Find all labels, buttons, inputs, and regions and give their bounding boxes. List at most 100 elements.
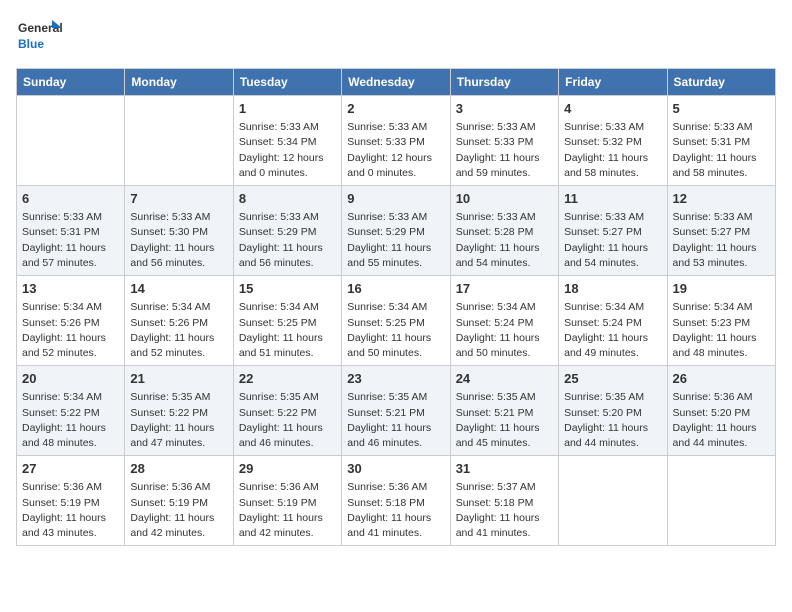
day-number: 11 xyxy=(564,190,661,208)
day-info: Sunrise: 5:34 AMSunset: 5:26 PMDaylight:… xyxy=(130,300,227,361)
calendar-cell: 22 Sunrise: 5:35 AMSunset: 5:22 PMDayligh… xyxy=(233,366,341,456)
weekday-header-saturday: Saturday xyxy=(667,69,775,96)
weekday-header-row: SundayMondayTuesdayWednesdayThursdayFrid… xyxy=(17,69,776,96)
calendar-cell: 24 Sunrise: 5:35 AMSunset: 5:21 PMDayligh… xyxy=(450,366,558,456)
day-number: 2 xyxy=(347,100,444,118)
day-number: 14 xyxy=(130,280,227,298)
day-number: 9 xyxy=(347,190,444,208)
weekday-header-monday: Monday xyxy=(125,69,233,96)
calendar-cell: 2 Sunrise: 5:33 AMSunset: 5:33 PMDaylight… xyxy=(342,96,450,186)
calendar-cell: 16 Sunrise: 5:34 AMSunset: 5:25 PMDayligh… xyxy=(342,276,450,366)
calendar-cell: 13Sunrise: 5:34 AMSunset: 5:26 PMDayligh… xyxy=(17,276,125,366)
calendar-cell: 8 Sunrise: 5:33 AMSunset: 5:29 PMDaylight… xyxy=(233,186,341,276)
day-info: Sunrise: 5:34 AMSunset: 5:24 PMDaylight:… xyxy=(456,300,553,361)
calendar-cell: 5Sunrise: 5:33 AMSunset: 5:31 PMDaylight… xyxy=(667,96,775,186)
calendar-cell: 7Sunrise: 5:33 AMSunset: 5:30 PMDaylight… xyxy=(125,186,233,276)
calendar-table: SundayMondayTuesdayWednesdayThursdayFrid… xyxy=(16,68,776,546)
day-info: Sunrise: 5:33 AMSunset: 5:29 PMDaylight:… xyxy=(239,210,336,271)
weekday-header-friday: Friday xyxy=(559,69,667,96)
day-info: Sunrise: 5:34 AMSunset: 5:25 PMDaylight:… xyxy=(239,300,336,361)
day-info: Sunrise: 5:35 AMSunset: 5:21 PMDaylight:… xyxy=(456,390,553,451)
day-info: Sunrise: 5:33 AMSunset: 5:29 PMDaylight:… xyxy=(347,210,444,271)
day-info: Sunrise: 5:35 AMSunset: 5:22 PMDaylight:… xyxy=(239,390,336,451)
day-number: 28 xyxy=(130,460,227,478)
svg-text:Blue: Blue xyxy=(18,37,44,51)
calendar-cell: 23 Sunrise: 5:35 AMSunset: 5:21 PMDayligh… xyxy=(342,366,450,456)
day-number: 22 xyxy=(239,370,336,388)
calendar-cell: 19 Sunrise: 5:34 AMSunset: 5:23 PMDayligh… xyxy=(667,276,775,366)
calendar-cell: 29Sunrise: 5:36 AMSunset: 5:19 PMDayligh… xyxy=(233,456,341,546)
day-number: 23 xyxy=(347,370,444,388)
calendar-cell: 17Sunrise: 5:34 AMSunset: 5:24 PMDayligh… xyxy=(450,276,558,366)
calendar-cell: 3 Sunrise: 5:33 AMSunset: 5:33 PMDaylight… xyxy=(450,96,558,186)
day-number: 26 xyxy=(673,370,770,388)
calendar-cell: 27 Sunrise: 5:36 AMSunset: 5:19 PMDayligh… xyxy=(17,456,125,546)
calendar-cell: 4 Sunrise: 5:33 AMSunset: 5:32 PMDaylight… xyxy=(559,96,667,186)
weekday-header-thursday: Thursday xyxy=(450,69,558,96)
day-info: Sunrise: 5:34 AMSunset: 5:22 PMDaylight:… xyxy=(22,390,119,451)
day-number: 8 xyxy=(239,190,336,208)
day-number: 20 xyxy=(22,370,119,388)
calendar-cell: 6 Sunrise: 5:33 AMSunset: 5:31 PMDaylight… xyxy=(17,186,125,276)
calendar-week-row: 27 Sunrise: 5:36 AMSunset: 5:19 PMDayligh… xyxy=(17,456,776,546)
day-info: Sunrise: 5:35 AMSunset: 5:20 PMDaylight:… xyxy=(564,390,661,451)
day-info: Sunrise: 5:33 AMSunset: 5:27 PMDaylight:… xyxy=(564,210,661,271)
day-info: Sunrise: 5:33 AMSunset: 5:27 PMDaylight:… xyxy=(673,210,770,271)
calendar-cell: 26 Sunrise: 5:36 AMSunset: 5:20 PMDayligh… xyxy=(667,366,775,456)
day-number: 24 xyxy=(456,370,553,388)
day-number: 25 xyxy=(564,370,661,388)
day-number: 3 xyxy=(456,100,553,118)
day-number: 21 xyxy=(130,370,227,388)
day-number: 16 xyxy=(347,280,444,298)
calendar-week-row: 6 Sunrise: 5:33 AMSunset: 5:31 PMDaylight… xyxy=(17,186,776,276)
day-info: Sunrise: 5:36 AMSunset: 5:19 PMDaylight:… xyxy=(22,480,119,541)
day-info: Sunrise: 5:33 AMSunset: 5:33 PMDaylight:… xyxy=(347,120,444,181)
day-number: 19 xyxy=(673,280,770,298)
calendar-cell xyxy=(17,96,125,186)
calendar-cell: 9 Sunrise: 5:33 AMSunset: 5:29 PMDaylight… xyxy=(342,186,450,276)
weekday-header-sunday: Sunday xyxy=(17,69,125,96)
day-number: 29 xyxy=(239,460,336,478)
day-info: Sunrise: 5:36 AMSunset: 5:19 PMDaylight:… xyxy=(130,480,227,541)
day-info: Sunrise: 5:33 AMSunset: 5:28 PMDaylight:… xyxy=(456,210,553,271)
day-number: 4 xyxy=(564,100,661,118)
calendar-week-row: 20 Sunrise: 5:34 AMSunset: 5:22 PMDayligh… xyxy=(17,366,776,456)
day-info: Sunrise: 5:34 AMSunset: 5:25 PMDaylight:… xyxy=(347,300,444,361)
day-number: 30 xyxy=(347,460,444,478)
weekday-header-tuesday: Tuesday xyxy=(233,69,341,96)
weekday-header-wednesday: Wednesday xyxy=(342,69,450,96)
calendar-cell: 25 Sunrise: 5:35 AMSunset: 5:20 PMDayligh… xyxy=(559,366,667,456)
day-number: 27 xyxy=(22,460,119,478)
day-info: Sunrise: 5:35 AMSunset: 5:21 PMDaylight:… xyxy=(347,390,444,451)
calendar-cell: 10Sunrise: 5:33 AMSunset: 5:28 PMDayligh… xyxy=(450,186,558,276)
calendar-cell xyxy=(559,456,667,546)
day-info: Sunrise: 5:33 AMSunset: 5:33 PMDaylight:… xyxy=(456,120,553,181)
logo: General Blue xyxy=(16,16,64,56)
day-info: Sunrise: 5:33 AMSunset: 5:32 PMDaylight:… xyxy=(564,120,661,181)
calendar-cell: 28 Sunrise: 5:36 AMSunset: 5:19 PMDayligh… xyxy=(125,456,233,546)
calendar-cell: 21Sunrise: 5:35 AMSunset: 5:22 PMDayligh… xyxy=(125,366,233,456)
calendar-cell: 30 Sunrise: 5:36 AMSunset: 5:18 PMDayligh… xyxy=(342,456,450,546)
day-info: Sunrise: 5:36 AMSunset: 5:20 PMDaylight:… xyxy=(673,390,770,451)
day-info: Sunrise: 5:33 AMSunset: 5:31 PMDaylight:… xyxy=(22,210,119,271)
day-info: Sunrise: 5:37 AMSunset: 5:18 PMDaylight:… xyxy=(456,480,553,541)
day-info: Sunrise: 5:33 AMSunset: 5:34 PMDaylight:… xyxy=(239,120,336,181)
day-number: 6 xyxy=(22,190,119,208)
day-number: 31 xyxy=(456,460,553,478)
calendar-cell xyxy=(667,456,775,546)
calendar-week-row: 1 Sunrise: 5:33 AMSunset: 5:34 PMDaylight… xyxy=(17,96,776,186)
calendar-cell: 20 Sunrise: 5:34 AMSunset: 5:22 PMDayligh… xyxy=(17,366,125,456)
calendar-cell: 18 Sunrise: 5:34 AMSunset: 5:24 PMDayligh… xyxy=(559,276,667,366)
day-info: Sunrise: 5:33 AMSunset: 5:30 PMDaylight:… xyxy=(130,210,227,271)
calendar-cell: 12 Sunrise: 5:33 AMSunset: 5:27 PMDayligh… xyxy=(667,186,775,276)
day-number: 12 xyxy=(673,190,770,208)
day-info: Sunrise: 5:36 AMSunset: 5:18 PMDaylight:… xyxy=(347,480,444,541)
calendar-cell: 11 Sunrise: 5:33 AMSunset: 5:27 PMDayligh… xyxy=(559,186,667,276)
logo-svg: General Blue xyxy=(16,16,64,56)
day-number: 1 xyxy=(239,100,336,118)
day-number: 13 xyxy=(22,280,119,298)
day-info: Sunrise: 5:34 AMSunset: 5:24 PMDaylight:… xyxy=(564,300,661,361)
day-number: 18 xyxy=(564,280,661,298)
day-info: Sunrise: 5:34 AMSunset: 5:23 PMDaylight:… xyxy=(673,300,770,361)
day-info: Sunrise: 5:33 AMSunset: 5:31 PMDaylight:… xyxy=(673,120,770,181)
